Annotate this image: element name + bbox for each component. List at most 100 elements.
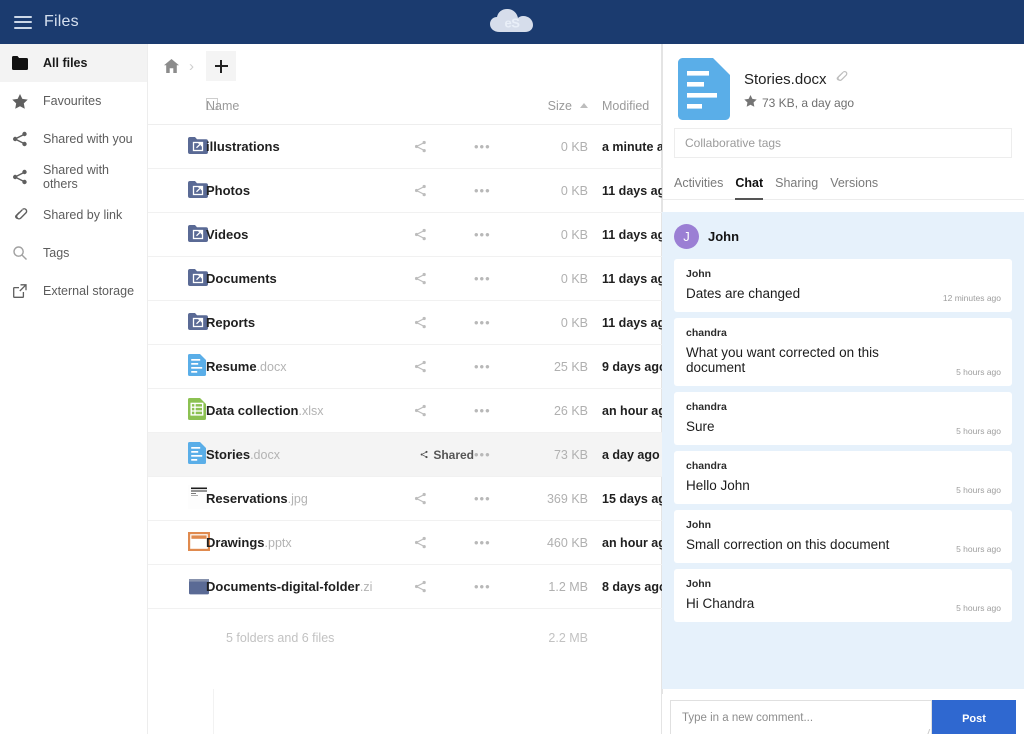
table-row[interactable]: Videos ••• 0 KB 11 days ago (148, 213, 673, 257)
share-cell[interactable] (414, 389, 474, 433)
file-modified: a minute ago (602, 139, 680, 154)
share-cell[interactable] (414, 565, 474, 609)
file-name-cell[interactable]: Documents (206, 257, 414, 301)
post-button[interactable]: Post (932, 700, 1016, 734)
file-size: 0 KB (560, 139, 588, 154)
row-menu-cell[interactable]: ••• (474, 389, 520, 433)
column-header-name[interactable]: Name (206, 88, 414, 125)
column-header-size-label: Size (547, 98, 572, 113)
files-summary-size: 2.2 MB (548, 630, 588, 645)
table-row[interactable]: Stories.docx Shared ••• 73 KB a day ago (148, 432, 662, 477)
share-cell[interactable] (414, 125, 474, 169)
sidebar-item-external-storage[interactable]: External storage (0, 272, 147, 310)
details-file-meta: 73 KB, a day ago (762, 95, 855, 110)
file-name-cell[interactable]: illustrations (206, 125, 414, 169)
share-icon (420, 450, 428, 459)
file-name-cell[interactable]: Reports (206, 301, 414, 345)
sidebar-item-label: All files (43, 56, 88, 70)
file-name-cell[interactable]: Drawings.pptx (206, 521, 414, 565)
row-menu-cell[interactable]: ••• (474, 521, 520, 565)
new-file-button[interactable] (206, 51, 236, 81)
shared-folder-icon (148, 301, 208, 345)
file-name-cell[interactable]: Documents-digital-folder.zi (206, 565, 414, 609)
table-row[interactable]: Documents-digital-folder.zi ••• 1.2 MB 8… (148, 565, 667, 609)
home-icon[interactable] (160, 55, 182, 77)
sidebar-item-shared-with-others[interactable]: Shared with others (0, 158, 147, 196)
row-menu-cell[interactable]: ••• (474, 301, 520, 345)
chat-message-time: 5 hours ago (956, 485, 1001, 495)
table-row[interactable]: Reservations.jpg ••• 369 KB 15 days ago (148, 477, 674, 521)
chat-message[interactable]: John Hi Chandra 5 hours ago (674, 569, 1012, 622)
sidebar-item-all-files[interactable]: All files (0, 44, 147, 82)
share-cell[interactable]: Shared (414, 433, 474, 477)
file-name-cell[interactable]: Resume.docx (206, 345, 414, 389)
row-menu-cell[interactable]: ••• (474, 169, 520, 213)
top-bar: Files eS (0, 0, 1024, 44)
row-menu-cell[interactable]: ••• (474, 345, 520, 389)
share-cell[interactable] (414, 477, 474, 521)
file-ext: .zi (359, 580, 373, 594)
row-menu-cell[interactable]: ••• (474, 477, 520, 521)
share-icon (414, 140, 426, 153)
chat-message[interactable]: chandra Hello John 5 hours ago (674, 451, 1012, 504)
chat-message-text: Sure (686, 419, 715, 434)
row-menu-cell[interactable]: ••• (474, 213, 520, 257)
hamburger-icon[interactable] (14, 15, 32, 29)
file-ext: .docx (250, 448, 280, 462)
sidebar-item-tags[interactable]: Tags (0, 234, 147, 272)
chat-message-author: chandra (686, 327, 727, 339)
collaborative-tags-input[interactable]: Collaborative tags (674, 128, 1012, 158)
share-cell[interactable] (414, 345, 474, 389)
file-name-cell[interactable]: Stories.docx (206, 433, 414, 477)
file-size: 25 KB (553, 359, 588, 374)
table-row[interactable]: Data collection.xlsx ••• 26 KB an hour a… (148, 389, 674, 433)
tab-chat[interactable]: Chat (735, 176, 764, 200)
share-cell[interactable] (414, 213, 474, 257)
link-icon (12, 206, 34, 224)
file-name-cell[interactable]: Reservations.jpg (206, 477, 414, 521)
chat-message-time: 5 hours ago (956, 544, 1001, 554)
tab-sharing[interactable]: Sharing (775, 176, 818, 200)
table-row[interactable]: illustrations ••• 0 KB a minute ago (148, 125, 680, 169)
app-logo[interactable]: eS (488, 7, 536, 37)
comment-input[interactable]: Type in a new comment... (670, 700, 932, 734)
link-icon[interactable] (834, 70, 848, 88)
file-list-area: › Name Size Modified illustrations ••• 0… (148, 44, 680, 734)
chat-message[interactable]: John Dates are changed 12 minutes ago (674, 259, 1012, 312)
sidebar-item-favourites[interactable]: Favourites (0, 82, 147, 120)
sidebar-item-shared-by-link[interactable]: Shared by link (0, 196, 147, 234)
share-cell[interactable] (414, 257, 474, 301)
table-row[interactable]: Reports ••• 0 KB 11 days ago (148, 301, 673, 345)
table-row[interactable]: Documents ••• 0 KB 11 days ago (148, 257, 673, 301)
row-menu-cell[interactable]: ••• (474, 257, 520, 301)
resize-grip-icon[interactable] (920, 729, 931, 734)
table-row[interactable]: Drawings.pptx ••• 460 KB an hour ago (148, 521, 674, 565)
sidebar-item-label: Shared by link (43, 208, 123, 222)
file-name-cell[interactable]: Photos (206, 169, 414, 213)
row-menu-cell[interactable]: ••• (474, 125, 520, 169)
doc-blue-icon (678, 58, 730, 120)
file-name-cell[interactable]: Videos (206, 213, 414, 257)
chat-message[interactable]: chandra What you want corrected on this … (674, 318, 1012, 386)
row-menu-cell[interactable]: ••• (474, 565, 520, 609)
chat-message[interactable]: John Small correction on this document 5… (674, 510, 1012, 563)
column-header-modified[interactable]: Modified (588, 88, 662, 125)
tab-versions[interactable]: Versions (830, 176, 878, 200)
table-row[interactable]: Resume.docx ••• 25 KB 9 days ago (148, 345, 667, 389)
star-icon[interactable] (744, 95, 757, 110)
share-cell[interactable] (414, 301, 474, 345)
table-row[interactable]: Photos ••• 0 KB 11 days ago (148, 169, 673, 213)
column-header-size[interactable]: Size (520, 88, 588, 125)
logo-text: eS (504, 15, 520, 31)
share-icon (414, 272, 426, 285)
share-cell[interactable] (414, 169, 474, 213)
sidebar-item-shared-with-you[interactable]: Shared with you (0, 120, 147, 158)
row-menu-cell[interactable]: ••• (474, 433, 520, 477)
shared-folder-icon (148, 257, 208, 301)
file-name-cell[interactable]: Data collection.xlsx (206, 389, 414, 433)
file-size: 0 KB (560, 271, 588, 286)
share-cell[interactable] (414, 521, 474, 565)
chat-message[interactable]: chandra Sure 5 hours ago (674, 392, 1012, 445)
tab-activities[interactable]: Activities (674, 176, 723, 200)
details-title-row: Stories.docx (744, 70, 854, 88)
